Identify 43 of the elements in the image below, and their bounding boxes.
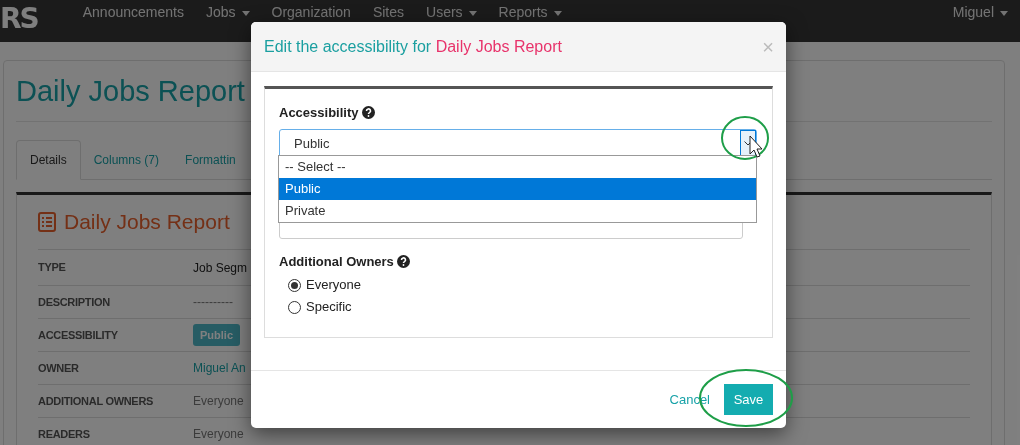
row-value: Everyone [193, 393, 244, 410]
help-icon [396, 254, 410, 268]
nav-link[interactable]: Organization [271, 4, 351, 20]
logo[interactable]: RS [0, 5, 38, 33]
row-label: OWNER [38, 360, 80, 376]
caret-icon [553, 10, 562, 16]
row-label: READERS [38, 426, 91, 442]
field-label: Additional Owners [279, 252, 394, 271]
radio-button[interactable] [288, 278, 301, 292]
row-value: ---------- [193, 294, 233, 311]
nav-link[interactable]: Reports [498, 4, 562, 20]
owner-link[interactable]: Miguel An [193, 359, 246, 377]
tab[interactable]: Formattin [172, 140, 249, 179]
radio-label: Specific [306, 298, 352, 317]
row-label: ACCESSIBILITY [38, 327, 119, 343]
caret-icon [241, 10, 250, 16]
list-icon [38, 212, 56, 232]
annotation-circle [721, 116, 769, 160]
panel-title: Daily Jobs Report [64, 209, 230, 236]
radio-button[interactable] [288, 300, 301, 314]
modal-title: Edit the accessibility for Daily Jobs Report [264, 36, 562, 57]
caret-icon [1000, 10, 1008, 16]
dropdown-option[interactable]: Private [279, 200, 756, 222]
save-button[interactable]: Save [724, 384, 773, 415]
field-label: Accessibility [279, 104, 359, 122]
user-menu[interactable]: Miguel [952, 4, 1008, 20]
status-badge: Public [193, 323, 240, 347]
row-label: TYPE [38, 260, 67, 276]
dropdown-option[interactable]: -- Select -- [279, 156, 756, 178]
nav-link[interactable]: Users [426, 4, 477, 20]
tab[interactable]: Details [16, 140, 81, 180]
row-value: Everyone [193, 426, 244, 443]
caret-icon [468, 10, 477, 16]
nav-link[interactable]: Jobs [205, 4, 250, 20]
radio-label: Everyone [306, 276, 361, 295]
row-label: ADDITIONAL OWNERS [38, 393, 155, 409]
tab[interactable]: Columns (7) [80, 140, 173, 179]
help-icon [361, 106, 375, 120]
row-label: DESCRIPTION [38, 294, 111, 310]
row-value: Job Segm [193, 259, 248, 277]
nav-link[interactable]: Announcements [82, 4, 184, 20]
dropdown-option[interactable]: Public [279, 178, 756, 200]
nav-link[interactable]: Sites [372, 4, 404, 20]
